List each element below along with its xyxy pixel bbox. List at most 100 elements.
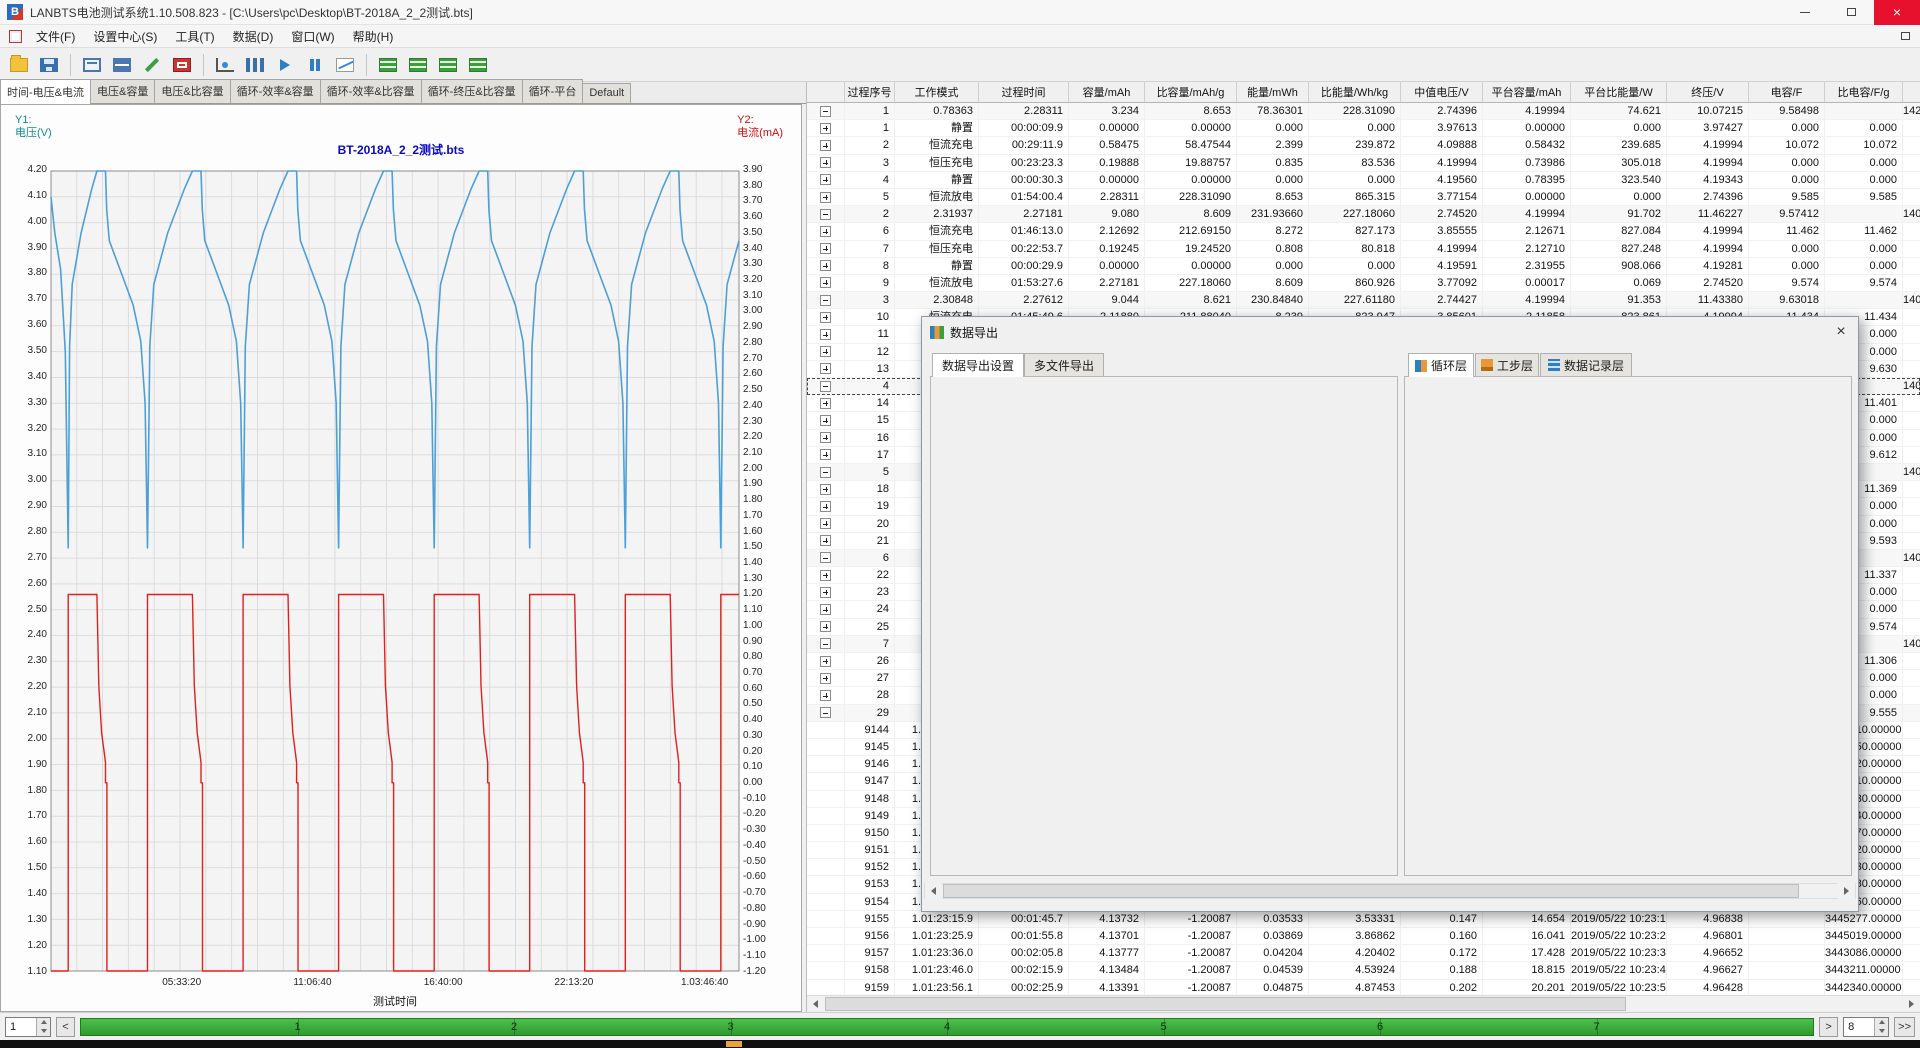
expand-toggle-icon[interactable] — [820, 140, 831, 151]
scroll-right-button[interactable] — [1838, 883, 1855, 899]
expand-toggle-icon[interactable] — [820, 174, 831, 185]
collapse-toggle-icon[interactable] — [820, 106, 831, 117]
column-header[interactable]: 过程序号 — [845, 82, 895, 102]
tab-record-layer[interactable]: 数据记录层 — [1540, 353, 1632, 376]
expand-toggle-icon[interactable] — [820, 690, 831, 701]
chart-bars-icon[interactable] — [241, 51, 269, 79]
column-header[interactable]: 比容量/mAh/g — [1145, 82, 1237, 102]
expand-toggle-icon[interactable] — [820, 501, 831, 512]
expand-toggle-icon[interactable] — [820, 587, 831, 598]
dialog-horizontal-scrollbar[interactable] — [924, 883, 1856, 899]
expand-toggle-icon[interactable] — [820, 346, 831, 357]
collapse-toggle-icon[interactable] — [820, 381, 831, 392]
expand-toggle-icon[interactable] — [820, 570, 831, 581]
chart-axes-icon[interactable] — [211, 51, 239, 79]
menu-file[interactable]: 文件(F) — [27, 24, 84, 49]
spinner-up-button[interactable] — [37, 1018, 50, 1027]
expand-toggle-icon[interactable] — [820, 312, 831, 323]
menu-help[interactable]: 帮助(H) — [344, 24, 403, 49]
collapse-toggle-icon[interactable] — [820, 209, 831, 220]
step-data-view-icon[interactable] — [404, 51, 432, 79]
expand-toggle-icon[interactable] — [820, 484, 831, 495]
menu-tools[interactable]: 工具(T) — [166, 24, 223, 49]
maximize-button[interactable] — [1828, 0, 1874, 25]
edit-step-icon[interactable] — [138, 51, 166, 79]
menu-settings-center[interactable]: 设置中心(S) — [84, 24, 166, 49]
expand-toggle-icon[interactable] — [820, 329, 831, 340]
curve-view-icon[interactable] — [331, 51, 359, 79]
spinner-down-button[interactable] — [37, 1027, 50, 1036]
collapse-toggle-icon[interactable] — [820, 295, 831, 306]
table-row[interactable]: 91561.01:23:25.900:01:55.84.13701-1.2008… — [807, 928, 1920, 945]
last-page-button[interactable]: >> — [1894, 1017, 1915, 1037]
expand-toggle-icon[interactable] — [820, 277, 831, 288]
dialog-titlebar[interactable]: 数据导出 × — [922, 317, 1858, 347]
chart-tab-default[interactable]: Default — [582, 83, 631, 103]
cycle-data-view-icon[interactable] — [374, 51, 402, 79]
channel-progress-bar[interactable]: 1234567 — [80, 1018, 1814, 1036]
collapse-toggle-icon[interactable] — [820, 707, 831, 718]
table-row[interactable]: 32.308482.276129.0448.621230.84840227.61… — [807, 292, 1920, 309]
prev-page-button[interactable]: < — [56, 1017, 75, 1037]
minimize-button[interactable] — [1782, 0, 1828, 25]
child-restore-button[interactable] — [1901, 32, 1910, 40]
table-row[interactable]: 91571.01:23:36.000:02:05.84.13777-1.2008… — [807, 945, 1920, 962]
chart-tab-cycle-eff-capacity[interactable]: 循环-效率&容量 — [230, 79, 321, 103]
column-header[interactable]: 工作模式 — [895, 82, 979, 102]
spinner-down-button[interactable] — [1875, 1027, 1888, 1036]
chart-tab-cycle-eff-spec-capacity[interactable]: 循环-效率&比容量 — [320, 79, 422, 103]
start-icon[interactable] — [271, 51, 299, 79]
open-file-icon[interactable] — [5, 51, 33, 79]
spinner-up-button[interactable] — [1875, 1018, 1888, 1027]
expand-toggle-icon[interactable] — [820, 656, 831, 667]
expand-toggle-icon[interactable] — [820, 673, 831, 684]
record-data-view-icon[interactable] — [434, 51, 462, 79]
expand-toggle-icon[interactable] — [820, 157, 831, 168]
chart-tab-voltage-capacity[interactable]: 电压&容量 — [90, 79, 155, 103]
column-header[interactable] — [807, 82, 845, 102]
chart-tab-time-voltage-current[interactable]: 时间-电压&电流 — [0, 79, 91, 104]
next-page-button[interactable]: > — [1819, 1017, 1838, 1037]
table-row[interactable]: 4静置00:00:30.30.000000.000000.0000.0004.1… — [807, 172, 1920, 189]
column-header[interactable]: 容量/mAh — [1069, 82, 1145, 102]
expand-toggle-icon[interactable] — [820, 123, 831, 134]
channel-view-icon[interactable] — [108, 51, 136, 79]
collapse-toggle-icon[interactable] — [820, 638, 831, 649]
scroll-thumb[interactable] — [825, 997, 1626, 1011]
table-row[interactable]: 8静置00:00:29.90.000000.000000.0000.0004.1… — [807, 258, 1920, 275]
table-row[interactable]: 5恒流放电01:54:00.42.28311228.310908.653865.… — [807, 189, 1920, 206]
tab-cycle-layer[interactable]: 循环层 — [1408, 353, 1474, 377]
close-button[interactable]: × — [1874, 0, 1920, 25]
table-row[interactable]: 9恒流放电01:53:27.62.27181227.180608.609860.… — [807, 275, 1920, 292]
column-header[interactable]: 中值电压/V — [1401, 82, 1483, 102]
table-row[interactable]: 2恒流充电00:29:11.90.5847558.475442.399239.8… — [807, 137, 1920, 154]
dialog-close-button[interactable]: × — [1824, 320, 1858, 344]
table-row[interactable]: 1静置00:00:09.90.000000.000000.0000.0003.9… — [807, 120, 1920, 137]
table-row[interactable]: 91581.01:23:46.000:02:15.94.13484-1.2008… — [807, 962, 1920, 979]
device-manage-icon[interactable] — [78, 51, 106, 79]
table-row[interactable]: 91551.01:23:15.900:01:45.74.13732-1.2008… — [807, 911, 1920, 928]
taskbar-app-icon[interactable] — [726, 1041, 742, 1047]
column-header[interactable]: 能量/mWh — [1237, 82, 1309, 102]
chart-tab-cycle-platform[interactable]: 循环-平台 — [522, 79, 584, 103]
expand-toggle-icon[interactable] — [820, 260, 831, 271]
stop-test-icon[interactable] — [168, 51, 196, 79]
column-header[interactable]: 平台容量/mAh — [1483, 82, 1571, 102]
pause-icon[interactable] — [301, 51, 329, 79]
expand-toggle-icon[interactable] — [820, 415, 831, 426]
column-header[interactable]: 平台比能量/W — [1571, 82, 1667, 102]
table-row[interactable]: 6恒流充电01:46:13.02.12692212.691508.272827.… — [807, 223, 1920, 240]
column-header[interactable] — [1903, 82, 1920, 102]
menu-data[interactable]: 数据(D) — [224, 24, 283, 49]
expand-toggle-icon[interactable] — [820, 518, 831, 529]
collapse-toggle-icon[interactable] — [820, 552, 831, 563]
page-spinner-right[interactable]: 8 — [1843, 1017, 1889, 1037]
report-view-icon[interactable] — [464, 51, 492, 79]
expand-toggle-icon[interactable] — [820, 243, 831, 254]
save-icon[interactable] — [35, 51, 63, 79]
expand-toggle-icon[interactable] — [820, 363, 831, 374]
expand-toggle-icon[interactable] — [820, 449, 831, 460]
menu-window[interactable]: 窗口(W) — [282, 24, 343, 49]
tab-multi-file-export[interactable]: 多文件导出 — [1024, 353, 1104, 376]
column-header[interactable]: 终压/V — [1667, 82, 1749, 102]
